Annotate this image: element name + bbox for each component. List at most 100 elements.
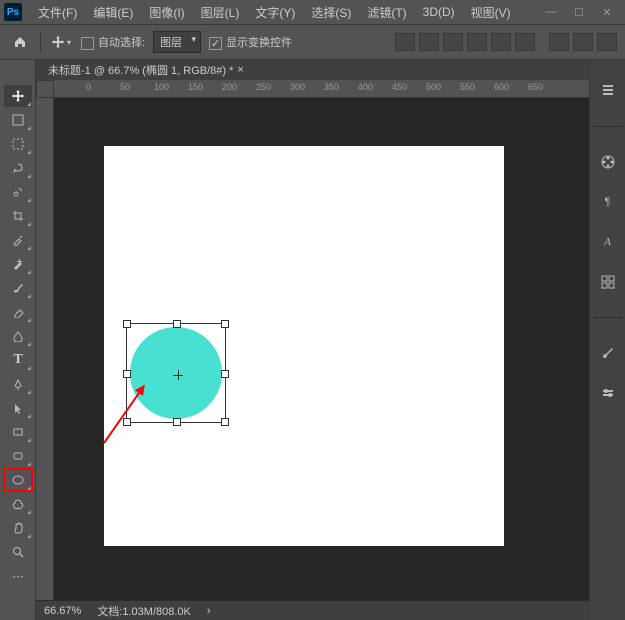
menu-view[interactable]: 视图(V) [463, 4, 519, 21]
transform-center-icon[interactable] [173, 370, 183, 380]
ruler-tick: 100 [154, 82, 169, 92]
brush-tool[interactable] [4, 277, 32, 299]
pen-tool[interactable] [4, 373, 32, 395]
transform-handle-ml[interactable] [123, 370, 131, 378]
ruler-tick: 350 [324, 82, 339, 92]
quick-select-tool[interactable] [4, 181, 32, 203]
transform-handle-tm[interactable] [173, 320, 181, 328]
maximize-button[interactable]: ☐ [565, 2, 593, 22]
hand-tool[interactable] [4, 517, 32, 539]
swatches-panel-icon[interactable] [597, 271, 619, 293]
ruler-tick: 600 [494, 82, 509, 92]
ellipse-tool[interactable] [4, 469, 32, 491]
lasso-tool[interactable] [4, 157, 32, 179]
healing-tool[interactable] [4, 253, 32, 275]
ruler-horizontal[interactable]: 050100150200250300350400450500550600650 [54, 80, 589, 98]
ruler-origin[interactable] [36, 80, 54, 98]
character-panel-icon[interactable]: A [597, 231, 619, 253]
rounded-rect-tool[interactable] [4, 445, 32, 467]
menu-file[interactable]: 文件(F) [30, 4, 85, 21]
ruler-tick: 50 [120, 82, 130, 92]
menu-type[interactable]: 文字(Y) [247, 4, 303, 21]
document-tab-close-icon[interactable]: × [237, 64, 243, 76]
ruler-tick: 550 [460, 82, 475, 92]
search-icon[interactable] [573, 33, 593, 51]
ruler-tick: 650 [528, 82, 543, 92]
transform-handle-bl[interactable] [123, 418, 131, 426]
transform-handle-bm[interactable] [173, 418, 181, 426]
document-tab-bar: 未标题-1 @ 66.7% (椭圆 1, RGB/8#) * × [36, 60, 589, 80]
brush-settings-icon[interactable] [597, 382, 619, 404]
menu-filter[interactable]: 滤镜(T) [359, 4, 414, 21]
transform-bounding-box[interactable] [126, 323, 226, 423]
distribute-button[interactable] [549, 33, 569, 51]
history-panel-icon[interactable] [597, 80, 619, 102]
align-center-h-button[interactable] [419, 33, 439, 51]
show-transform-checkbox[interactable]: ✓显示变换控件 [209, 34, 292, 50]
panel-dock: ¶ A [589, 60, 625, 620]
crop-tool[interactable] [4, 205, 32, 227]
align-middle-button[interactable] [491, 33, 511, 51]
path-select-tool[interactable] [4, 397, 32, 419]
status-bar: 66.67% 文档:1.03M/808.0K › [36, 600, 589, 620]
move-tool-icon[interactable]: ▾ [49, 30, 73, 54]
artboard-tool[interactable] [4, 109, 32, 131]
ruler-tick: 150 [188, 82, 203, 92]
app-logo: Ps [4, 3, 22, 21]
menu-select[interactable]: 选择(S) [303, 4, 359, 21]
align-left-button[interactable] [395, 33, 415, 51]
title-bar: Ps 文件(F) 编辑(E) 图像(I) 图层(L) 文字(Y) 选择(S) 滤… [0, 0, 625, 24]
align-group [395, 33, 617, 51]
ruler-vertical[interactable] [36, 98, 54, 600]
artboard[interactable] [104, 146, 504, 546]
blur-tool[interactable] [4, 325, 32, 347]
custom-shape-tool[interactable] [4, 493, 32, 515]
close-button[interactable]: ✕ [593, 2, 621, 22]
menu-3d[interactable]: 3D(D) [415, 5, 463, 19]
type-tool[interactable]: T [4, 349, 32, 371]
options-bar: ▾ 自动选择: 图层 ✓显示变换控件 [0, 24, 625, 60]
ruler-tick: 500 [426, 82, 441, 92]
ruler-tick: 200 [222, 82, 237, 92]
rectangle-tool[interactable] [4, 421, 32, 443]
zoom-tool[interactable] [4, 541, 32, 563]
status-chevron-icon[interactable]: › [207, 605, 211, 617]
align-bottom-button[interactable] [515, 33, 535, 51]
menu-layer[interactable]: 图层(L) [193, 4, 248, 21]
home-icon[interactable] [8, 30, 32, 54]
workspace-icon[interactable] [597, 33, 617, 51]
menu-edit[interactable]: 编辑(E) [85, 4, 141, 21]
auto-select-label: 自动选择: [98, 37, 145, 49]
window-controls: — ☐ ✕ [537, 2, 621, 22]
transform-handle-mr[interactable] [221, 370, 229, 378]
auto-select-dropdown[interactable]: 图层 [153, 31, 201, 53]
more-tools[interactable]: ⋯ [4, 565, 32, 587]
canvas-viewport[interactable] [54, 98, 589, 600]
menu-image[interactable]: 图像(I) [141, 4, 192, 21]
ruler-tick: 0 [86, 82, 91, 92]
align-top-button[interactable] [467, 33, 487, 51]
tools-panel: T ⋯ [0, 60, 36, 620]
brushes-panel-icon[interactable] [597, 342, 619, 364]
marquee-tool[interactable] [4, 133, 32, 155]
ruler-tick: 300 [290, 82, 305, 92]
auto-select-checkbox[interactable]: 自动选择: [81, 34, 145, 50]
ruler-tick: 400 [358, 82, 373, 92]
document-tab[interactable]: 未标题-1 @ 66.7% (椭圆 1, RGB/8#) * × [44, 62, 248, 78]
show-transform-label: 显示变换控件 [226, 37, 292, 49]
document-size[interactable]: 文档:1.03M/808.0K [97, 603, 191, 619]
eraser-tool[interactable] [4, 301, 32, 323]
move-tool[interactable] [4, 85, 32, 107]
document-tab-title: 未标题-1 @ 66.7% (椭圆 1, RGB/8#) * [48, 62, 233, 78]
transform-handle-br[interactable] [221, 418, 229, 426]
zoom-level[interactable]: 66.67% [44, 605, 81, 617]
paragraph-panel-icon[interactable]: ¶ [597, 191, 619, 213]
align-right-button[interactable] [443, 33, 463, 51]
ruler-tick: 250 [256, 82, 271, 92]
transform-handle-tl[interactable] [123, 320, 131, 328]
document-area: 未标题-1 @ 66.7% (椭圆 1, RGB/8#) * × 0 50 100 1… [36, 60, 589, 620]
transform-handle-tr[interactable] [221, 320, 229, 328]
eyedropper-tool[interactable] [4, 229, 32, 251]
color-panel-icon[interactable] [597, 151, 619, 173]
minimize-button[interactable]: — [537, 2, 565, 22]
